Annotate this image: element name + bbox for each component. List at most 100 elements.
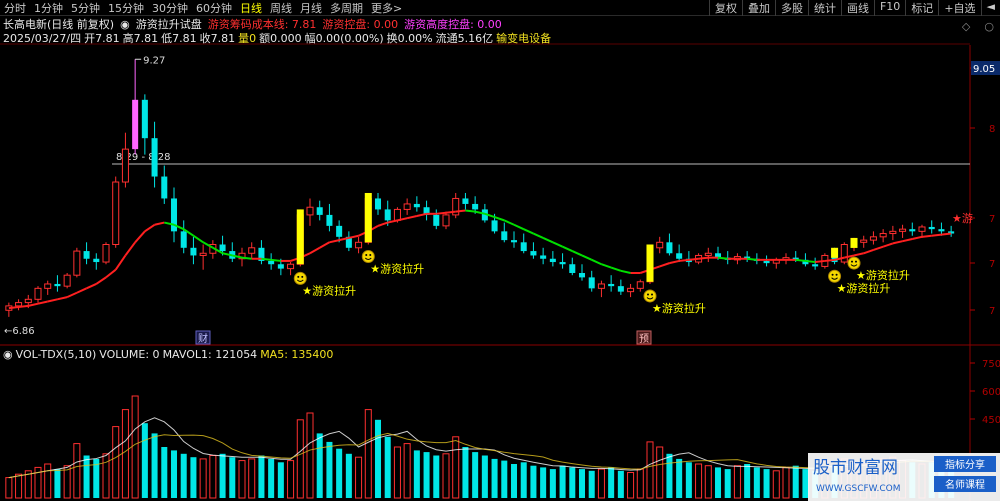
ma-line-segment <box>124 241 136 257</box>
ma-line-segment <box>494 216 505 222</box>
smiley-icon <box>361 250 375 263</box>
candle-body <box>472 203 479 210</box>
volume-bar <box>540 467 547 498</box>
candle-body <box>268 260 275 265</box>
candle <box>569 257 576 276</box>
candle-body <box>666 242 673 254</box>
signal-label: ★游资拉升 <box>837 281 891 295</box>
candle-body <box>93 258 100 263</box>
volume-bar <box>753 467 760 498</box>
candle <box>306 198 314 226</box>
volume-bar <box>559 465 566 498</box>
vol-axis-label-1: 600 <box>982 387 1000 398</box>
volume-bar <box>413 450 420 498</box>
candle-body <box>462 198 469 204</box>
candle-body <box>928 226 935 230</box>
candle <box>744 251 751 263</box>
candle <box>782 253 790 265</box>
ma-line-segment <box>377 221 389 227</box>
volume-bar <box>763 469 770 498</box>
candle-body <box>15 302 23 307</box>
candle-body <box>597 283 605 289</box>
candle <box>63 273 71 289</box>
volume-bar <box>248 458 256 499</box>
stock-chart[interactable]: 9.0587777506004508.29 - 8.28★游资拉升★游资拉升★游… <box>0 0 1000 501</box>
candle-body <box>132 99 139 150</box>
volume-bar <box>364 409 372 499</box>
volume-bar <box>510 464 518 498</box>
candle-body <box>578 273 586 278</box>
candle-body <box>608 283 615 287</box>
signal-label: ★游资拉升 <box>370 262 424 276</box>
candle-body <box>102 244 110 263</box>
candle-body <box>161 176 168 199</box>
candle <box>510 231 518 248</box>
ma-line-segment <box>882 242 894 248</box>
candle-body <box>219 244 226 252</box>
volume-bar <box>666 453 673 498</box>
watermark-tag1: 指标分享 <box>945 458 985 471</box>
volume-bar <box>296 419 304 499</box>
candle <box>258 240 265 265</box>
smiley-eye <box>651 293 653 296</box>
candle-body <box>180 231 187 248</box>
candle-body <box>248 247 256 254</box>
candle <box>112 176 120 248</box>
candle-body <box>879 233 887 238</box>
candle-body <box>73 250 81 276</box>
volume-bar <box>481 455 488 498</box>
volume-bar <box>151 433 158 498</box>
signal-label: ★游资拉升 <box>652 301 706 315</box>
candle-body <box>540 255 547 259</box>
ma-line-segment <box>941 232 952 236</box>
volume-bar <box>326 441 333 498</box>
volume-bar <box>355 456 363 499</box>
volume-bar <box>433 455 440 498</box>
price-axis-label-1: 8 <box>989 124 995 135</box>
candle-body <box>636 281 644 289</box>
candle-body <box>316 207 323 215</box>
ma-line-segment <box>134 230 146 243</box>
candle <box>608 275 615 292</box>
smiley-eye <box>851 260 853 263</box>
volume-bar <box>15 473 23 499</box>
signal-bar <box>364 192 372 243</box>
ma-line-segment <box>436 211 447 215</box>
ma-line-segment <box>679 258 689 262</box>
volume-bar <box>744 464 751 498</box>
candle <box>151 121 158 188</box>
volume-bar <box>588 470 595 498</box>
candle-body <box>530 251 537 256</box>
candle <box>530 242 537 259</box>
signal-label: ★游资拉升 <box>856 268 910 282</box>
candle <box>540 247 547 265</box>
candle-body <box>384 209 391 221</box>
smiley-eye <box>369 254 372 256</box>
candle <box>248 242 256 259</box>
ma-line-segment <box>873 245 884 251</box>
candle <box>268 253 275 270</box>
candle <box>102 242 110 265</box>
ma-line-segment <box>271 258 281 262</box>
ma-line-segment <box>154 221 165 226</box>
smiley-eye <box>855 260 857 263</box>
ma-line-segment <box>747 257 757 261</box>
volume-bar <box>336 448 343 498</box>
candle-body <box>54 283 61 287</box>
volume-bar <box>802 469 809 498</box>
ma-line-segment <box>261 257 272 261</box>
candle-body <box>938 229 945 232</box>
ma-line-segment <box>571 250 583 257</box>
min-price-label: ←6.86 <box>4 326 35 337</box>
signal-bar <box>296 209 304 265</box>
candle <box>15 299 23 311</box>
right-tag: ★游 <box>952 212 973 225</box>
ma-line-segment <box>659 262 670 268</box>
ma-line-segment <box>445 210 456 214</box>
ma-line-segment <box>698 256 709 260</box>
ma-line-segment <box>853 252 864 257</box>
candle <box>73 247 81 278</box>
candle <box>763 255 770 267</box>
volume-bar <box>258 455 265 498</box>
candle-body <box>840 244 848 263</box>
